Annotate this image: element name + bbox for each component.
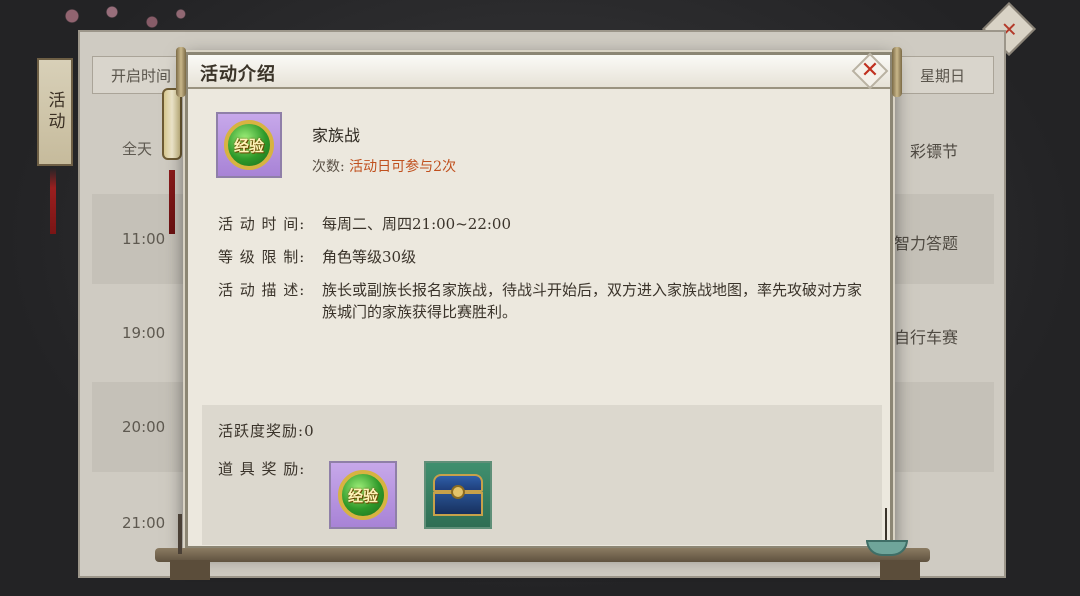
schedule-time: 全天 (122, 140, 153, 158)
exp-orb-text: 经验 (347, 486, 378, 505)
schedule-header-day: 星期日 (919, 67, 965, 85)
info-value: 角色等级30级 (322, 248, 417, 266)
info-key: 活 动 描 述: (218, 281, 306, 299)
schedule-activity: 智力答题 (893, 234, 958, 253)
item-reward-label: 道 具 奖 励: (218, 460, 306, 478)
scroll-rod-right (892, 47, 902, 97)
side-tab-activity[interactable]: 活动 (37, 58, 73, 166)
dialog-title: 活动介绍 (200, 64, 276, 85)
info-value: 每周二、周四21:00~22:00 (322, 215, 512, 233)
treasure-chest-icon (431, 472, 485, 518)
schedule-time: 11:00 (122, 230, 166, 248)
exp-orb-icon: 经验 (224, 120, 274, 170)
brush-icon (178, 514, 182, 554)
desk-leg (170, 560, 210, 580)
count-label: 次数: (312, 159, 345, 175)
schedule-header-time: 开启时间 (111, 67, 172, 85)
desk-leg (880, 560, 920, 580)
scroll-rod-left (176, 47, 186, 97)
schedule-activity: 彩镖节 (909, 142, 958, 161)
activity-icon-slot[interactable]: 经验 (216, 112, 282, 178)
close-x-icon: ✕ (860, 58, 880, 83)
info-row-description: 活 动 描 述: 族长或副族长报名家族战，待战斗开始后，双方进入家族战地图，率先… (218, 279, 878, 327)
activity-intro-dialog: 活动介绍 ✕ 经验 家族战 次数: 活动日可参与2次 活 动 时 间: 每周二、… (176, 47, 902, 549)
activity-name: 家族战 (312, 126, 361, 145)
reward-item-slot[interactable]: 经验 (329, 461, 397, 529)
chest-lock (451, 485, 465, 499)
activity-reward-row: 活跃度奖励:0 (218, 420, 315, 441)
incense-icon (885, 508, 887, 542)
info-row-level: 等 级 限 制: 角色等级30级 (218, 246, 878, 270)
reward-panel: 活跃度奖励:0 道 具 奖 励: 经验 (202, 405, 882, 545)
dialog-close-button[interactable]: ✕ (851, 52, 889, 90)
desk-decoration (155, 548, 930, 562)
exp-orb-text: 经验 (233, 136, 264, 155)
schedule-time: 21:00 (122, 514, 166, 532)
schedule-time: 19:00 (122, 324, 166, 342)
exp-orb-icon: 经验 (338, 470, 388, 520)
schedule-activity: 自行车赛 (893, 328, 958, 347)
activity-reward-label: 活跃度奖励: (218, 422, 305, 440)
activity-count: 次数: 活动日可参与2次 (312, 156, 456, 176)
tassel-decoration (169, 170, 175, 234)
schedule-time: 20:00 (122, 418, 166, 436)
side-tab-label: 活动 (44, 91, 65, 133)
dialog-titlebar: 活动介绍 ✕ (188, 52, 890, 90)
info-row-time: 活 动 时 间: 每周二、周四21:00~22:00 (218, 213, 878, 237)
tassel-decoration (50, 168, 56, 234)
lantern-icon (162, 88, 182, 160)
reward-item-slot[interactable] (424, 461, 492, 529)
info-key: 等 级 限 制: (218, 248, 306, 266)
activity-reward-value: 0 (304, 422, 315, 440)
info-value: 族长或副族长报名家族战，待战斗开始后，双方进入家族战地图，率先攻破对方家族城门的… (322, 281, 863, 321)
count-value: 活动日可参与2次 (349, 159, 457, 175)
info-key: 活 动 时 间: (218, 215, 306, 233)
